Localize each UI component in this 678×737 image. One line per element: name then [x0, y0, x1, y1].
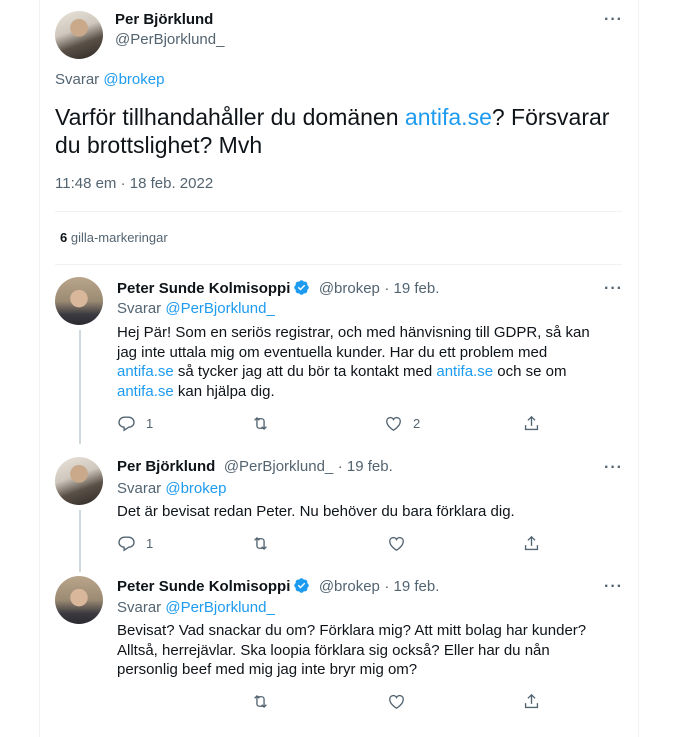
replying-to: Svarar @PerBjorklund_ — [117, 599, 275, 616]
verified-icon — [293, 577, 310, 599]
avatar[interactable] — [55, 11, 103, 59]
like-icon — [389, 536, 404, 552]
like-button[interactable] — [387, 692, 406, 711]
share-icon — [524, 693, 539, 709]
reply-icon — [118, 536, 135, 552]
domain-link[interactable]: antifa.se — [405, 104, 492, 130]
reply-date[interactable]: · 19 feb. — [384, 280, 439, 297]
reply-text: Hej Pär! Som en seriös registrar, och me… — [117, 324, 590, 400]
more-icon[interactable]: ··· — [604, 579, 623, 595]
more-icon[interactable]: ··· — [604, 460, 623, 476]
reply-header: Peter Sunde Kolmisoppi @brokep · 19 feb. — [117, 279, 439, 301]
reply-button[interactable]: 1 — [117, 534, 153, 553]
retweet-icon — [254, 537, 267, 550]
retweet-button[interactable] — [251, 534, 270, 553]
author-name[interactable]: Per Björklund — [117, 458, 215, 475]
reply-date[interactable]: · 19 feb. — [338, 458, 393, 475]
thread-line — [79, 330, 81, 444]
share-button[interactable] — [522, 414, 541, 433]
domain-link[interactable]: antifa.se — [117, 363, 174, 380]
author-handle[interactable]: @PerBjorklund_ — [224, 458, 333, 475]
replying-to-link[interactable]: @PerBjorklund_ — [165, 599, 274, 616]
tweet-text: Varför tillhandahåller du domänen antifa… — [55, 104, 610, 158]
author-handle[interactable]: @PerBjorklund_ — [115, 31, 224, 48]
reply-button[interactable]: 1 — [117, 414, 153, 433]
reply-header: Per Björklund @PerBjorklund_ · 19 feb. — [117, 458, 393, 476]
verified-icon — [293, 279, 310, 301]
more-icon[interactable]: ··· — [604, 12, 623, 28]
replying-to: Svarar @PerBjorklund_ — [117, 300, 275, 317]
retweet-icon — [254, 417, 267, 430]
thread-line — [79, 510, 81, 572]
author-handle[interactable]: @brokep — [319, 578, 380, 595]
retweet-button[interactable] — [251, 692, 270, 711]
retweet-icon — [254, 695, 267, 708]
more-icon[interactable]: ··· — [604, 281, 623, 297]
like-button[interactable] — [387, 534, 406, 553]
timeline-border-left — [39, 0, 40, 737]
reply-text: Det är bevisat redan Peter. Nu behöver d… — [117, 503, 515, 520]
share-button[interactable] — [522, 534, 541, 553]
share-icon — [524, 535, 539, 551]
likes-count[interactable]: 6 gilla-markeringar — [60, 230, 168, 245]
author-name[interactable]: Peter Sunde Kolmisoppi — [117, 280, 290, 297]
like-icon — [389, 694, 404, 710]
like-button[interactable]: 2 — [384, 414, 420, 433]
replying-to-link[interactable]: @brokep — [165, 480, 226, 497]
divider — [55, 211, 622, 212]
avatar[interactable] — [55, 277, 103, 325]
author-name[interactable]: Per Björklund — [115, 11, 213, 28]
tweet-timestamp[interactable]: 11:48 em · 18 feb. 2022 — [55, 175, 213, 192]
author-name[interactable]: Peter Sunde Kolmisoppi — [117, 578, 290, 595]
domain-link[interactable]: antifa.se — [117, 383, 174, 400]
timeline-border-right — [638, 0, 639, 737]
retweet-button[interactable] — [251, 414, 270, 433]
share-icon — [524, 415, 539, 431]
avatar[interactable] — [55, 457, 103, 505]
divider — [55, 264, 622, 265]
reply-header: Peter Sunde Kolmisoppi @brokep · 19 feb. — [117, 577, 439, 599]
domain-link[interactable]: antifa.se — [436, 363, 493, 380]
like-icon — [386, 416, 401, 432]
reply-text: Bevisat? Vad snackar du om? Förklara mig… — [117, 622, 587, 678]
replying-to-link[interactable]: @brokep — [103, 71, 164, 88]
replying-to-link[interactable]: @PerBjorklund_ — [165, 300, 274, 317]
author-handle[interactable]: @brokep — [319, 280, 380, 297]
replying-to: Svarar @brokep — [55, 71, 165, 88]
reply-icon — [118, 416, 135, 432]
reply-date[interactable]: · 19 feb. — [384, 578, 439, 595]
avatar[interactable] — [55, 576, 103, 624]
replying-to: Svarar @brokep — [117, 480, 227, 497]
share-button[interactable] — [522, 692, 541, 711]
